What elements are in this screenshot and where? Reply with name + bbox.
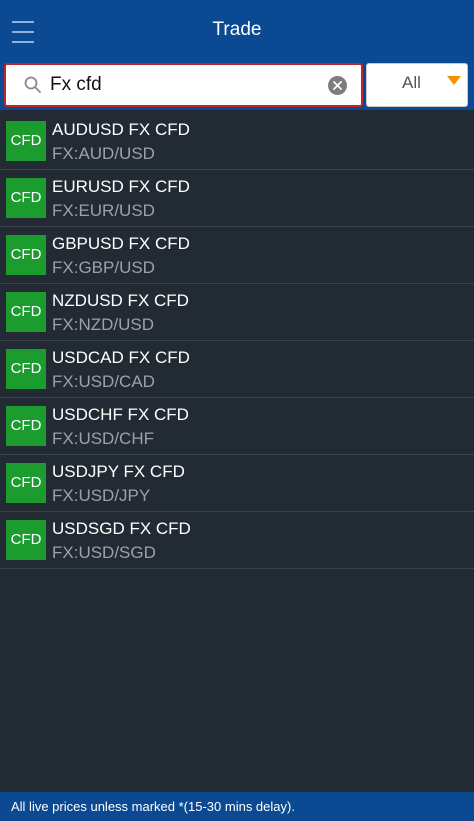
instrument-name: GBPUSD FX CFD (52, 234, 190, 253)
cfd-badge: CFD (6, 292, 46, 332)
instrument-symbol: FX:NZD/USD (52, 315, 154, 334)
cfd-badge: CFD (6, 178, 46, 218)
instrument-symbol: FX:EUR/USD (52, 201, 155, 220)
instrument-name: USDCAD FX CFD (52, 348, 190, 367)
instrument-name: USDCHF FX CFD (52, 405, 189, 424)
cfd-badge: CFD (6, 235, 46, 275)
cfd-badge: CFD (6, 121, 46, 161)
list-item[interactable]: CFD USDCAD FX CFD FX:USD/CAD (0, 341, 474, 398)
instrument-name: EURUSD FX CFD (52, 177, 190, 196)
list-item[interactable]: CFD USDCHF FX CFD FX:USD/CHF (0, 398, 474, 455)
cfd-badge: CFD (6, 463, 46, 503)
list-item[interactable]: CFD USDSGD FX CFD FX:USD/SGD (0, 512, 474, 569)
instrument-symbol: FX:USD/CHF (52, 429, 154, 448)
footer-bar: All live prices unless marked *(15-30 mi… (0, 792, 474, 821)
cfd-badge: CFD (6, 520, 46, 560)
page-title: Trade (212, 19, 262, 40)
instrument-symbol: FX:GBP/USD (52, 258, 155, 277)
instrument-list: CFD AUDUSD FX CFD FX:AUD/USD CFD EURUSD … (0, 113, 474, 569)
cfd-badge: CFD (6, 406, 46, 446)
filter-selected-value: All (402, 73, 421, 92)
list-item[interactable]: CFD USDJPY FX CFD FX:USD/JPY (0, 455, 474, 512)
instrument-name: AUDUSD FX CFD (52, 120, 190, 139)
instrument-name: USDJPY FX CFD (52, 462, 185, 481)
instrument-symbol: FX:AUD/USD (52, 144, 155, 163)
filter-dropdown[interactable]: All (366, 63, 468, 107)
search-bar: All (0, 62, 474, 110)
trade-screen: Trade All CFD AUDUSD FX CFD FX:AUD/US (0, 0, 474, 821)
instrument-symbol: FX:USD/JPY (52, 486, 151, 505)
dropdown-arrow-icon (447, 76, 461, 85)
instrument-name: USDSGD FX CFD (52, 519, 191, 538)
instrument-name: NZDUSD FX CFD (52, 291, 189, 310)
search-input[interactable] (50, 71, 320, 99)
instrument-symbol: FX:USD/SGD (52, 543, 156, 562)
search-box[interactable] (4, 63, 363, 107)
price-delay-note: All live prices unless marked *(15-30 mi… (11, 799, 295, 814)
list-item[interactable]: CFD NZDUSD FX CFD FX:NZD/USD (0, 284, 474, 341)
clear-search-icon[interactable] (328, 76, 347, 95)
magnifier-icon (24, 76, 41, 93)
instrument-symbol: FX:USD/CAD (52, 372, 155, 391)
cfd-badge: CFD (6, 349, 46, 389)
list-item[interactable]: CFD AUDUSD FX CFD FX:AUD/USD (0, 113, 474, 170)
list-item[interactable]: CFD EURUSD FX CFD FX:EUR/USD (0, 170, 474, 227)
list-item[interactable]: CFD GBPUSD FX CFD FX:GBP/USD (0, 227, 474, 284)
app-header: Trade (0, 0, 474, 62)
